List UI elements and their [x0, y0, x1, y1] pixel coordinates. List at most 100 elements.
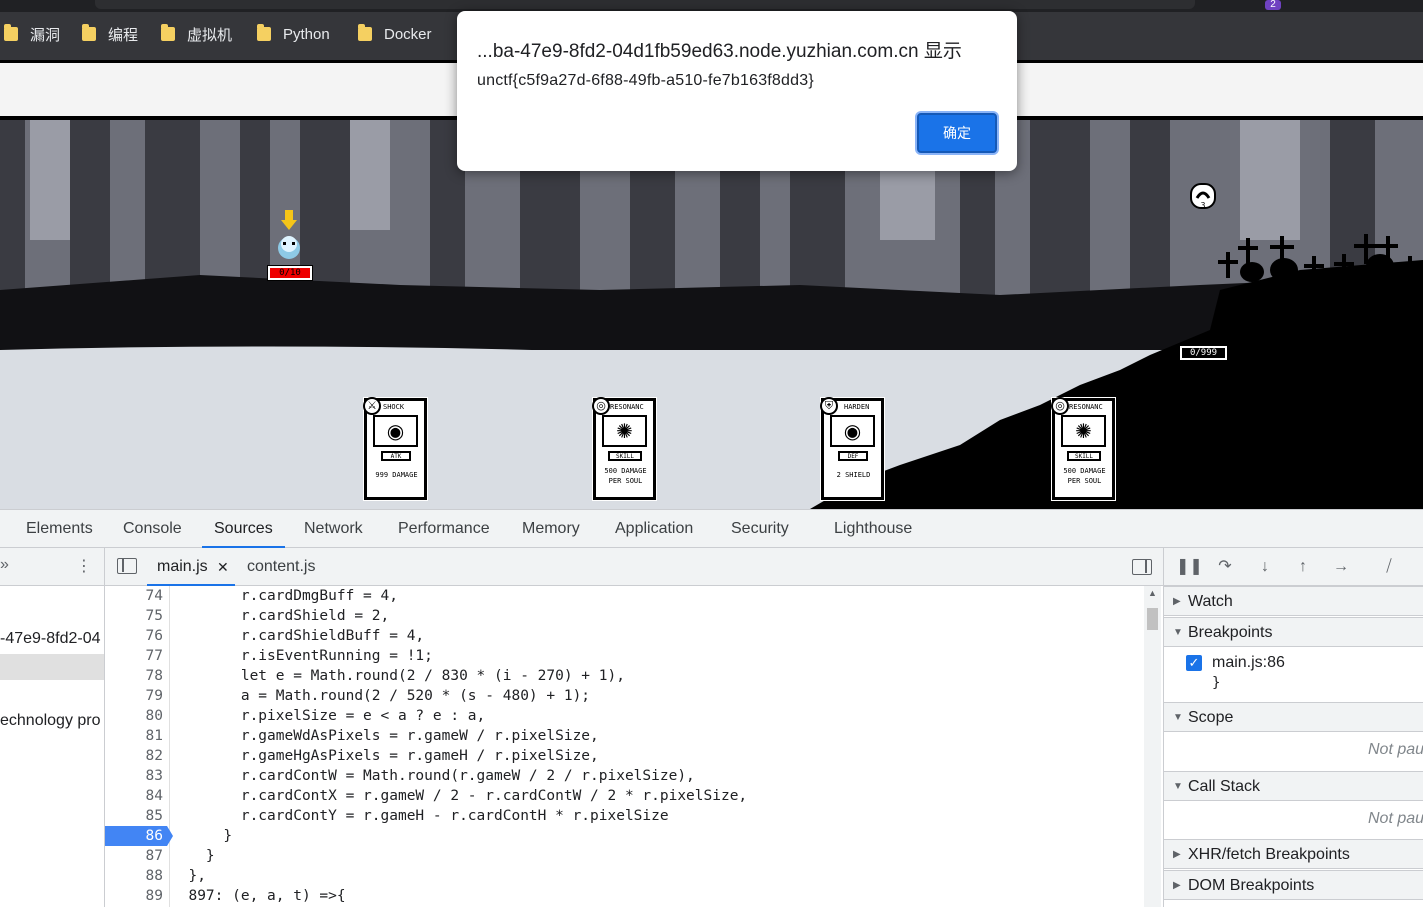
card-type: ATK — [381, 451, 411, 461]
xhr-breakpoints-section[interactable]: ▶ XHR/fetch Breakpoints — [1164, 839, 1423, 869]
line-source: let e = Math.round(2 / 830 * (i - 270) +… — [171, 668, 625, 684]
bookmark-label: Docker — [384, 25, 432, 43]
chevron-more-icon[interactable]: » — [0, 556, 9, 574]
line-number[interactable]: 86 — [105, 826, 163, 846]
line-number[interactable]: 74 — [105, 586, 163, 606]
tab-application[interactable]: Application — [615, 510, 693, 548]
card-art: ✺ — [1061, 415, 1106, 447]
line-number[interactable]: 76 — [105, 626, 163, 646]
file-tab-main-js[interactable]: main.js ✕ — [147, 548, 235, 586]
line-number[interactable]: 88 — [105, 866, 163, 886]
debugger-toolbar: ❚❚ ↷ ↓ ↑ → ⧸ — [1164, 548, 1423, 586]
navigator-folder[interactable]: echnology pro — [0, 712, 101, 730]
line-source: } — [171, 828, 233, 844]
bookmark-folder[interactable]: Docker — [358, 20, 432, 48]
step-out-icon[interactable]: ↑ — [1292, 556, 1314, 578]
deactivate-breakpoints-icon[interactable]: ⧸ — [1378, 556, 1400, 578]
close-icon[interactable]: ✕ — [217, 548, 229, 586]
bookmark-folder[interactable]: 编程 — [82, 20, 138, 48]
tab-security[interactable]: Security — [731, 510, 789, 548]
card[interactable]: ◎ RESONANC ✺ SKILL 500 DAMAGE PER SOUL — [592, 397, 657, 501]
bookmark-label: 虚拟机 — [187, 26, 233, 44]
card-art: ◉ — [373, 415, 418, 447]
tab-performance[interactable]: Performance — [398, 510, 490, 548]
tab-network[interactable]: Network — [304, 510, 363, 548]
devtools-tabbar: Elements Console Sources Network Perform… — [0, 510, 1423, 548]
line-source: r.cardContY = r.gameH - r.cardContH * r.… — [171, 808, 669, 824]
line-number[interactable]: 80 — [105, 706, 163, 726]
enemy-hp-bar: 0/999 — [1180, 346, 1227, 360]
kebab-menu-icon[interactable]: ⋮ — [76, 556, 92, 576]
line-number[interactable]: 79 — [105, 686, 163, 706]
breakpoints-section[interactable]: ▼ Breakpoints — [1164, 617, 1423, 647]
breakpoint-label: main.js:86 — [1212, 654, 1285, 671]
card[interactable]: ◎ RESONANC ✺ SKILL 500 DAMAGE PER SOUL — [1051, 397, 1116, 501]
step-over-icon[interactable]: ↷ — [1214, 556, 1236, 578]
line-number[interactable]: 83 — [105, 766, 163, 786]
line-number[interactable]: 84 — [105, 786, 163, 806]
scrollbar-thumb[interactable] — [1147, 608, 1158, 630]
tab-memory[interactable]: Memory — [522, 510, 580, 548]
navigator-host[interactable]: -47e9-8fd2-04 — [0, 630, 101, 648]
player-hp-bar: 0/10 — [267, 265, 313, 281]
caret-right-icon: ▶ — [1173, 596, 1181, 607]
tab-sources[interactable]: Sources — [202, 510, 285, 548]
toggle-navigator-icon[interactable] — [117, 558, 137, 574]
line-source: r.gameHgAsPixels = r.gameH / r.pixelSize… — [171, 748, 599, 764]
debugger-sidebar: ❚❚ ↷ ↓ ↑ → ⧸ ▶ Watch ▼ Breakpoints ✓ main.… — [1163, 548, 1423, 907]
line-source: a = Math.round(2 / 520 * (s - 480) + 1); — [171, 688, 591, 704]
vertical-scrollbar[interactable]: ▲ — [1144, 586, 1161, 907]
call-stack-section[interactable]: ▼ Call Stack — [1164, 771, 1423, 801]
scroll-up-icon[interactable]: ▲ — [1148, 588, 1157, 598]
code-view[interactable]: 74 r.cardDmgBuff = 4, 75 r.cardShield = … — [105, 586, 1163, 907]
scope-section[interactable]: ▼ Scope — [1164, 702, 1423, 732]
enemy-counter: 3 — [1200, 201, 1206, 210]
folder-icon — [82, 24, 96, 41]
line-number[interactable]: 82 — [105, 746, 163, 766]
tab-elements[interactable]: Elements — [26, 510, 93, 548]
bookmark-folder[interactable]: 漏洞 — [4, 20, 60, 48]
breakpoint-item[interactable]: ✓ main.js:86 — [1186, 652, 1285, 674]
caret-down-icon: ▼ — [1173, 627, 1183, 638]
extension-badge[interactable]: 2 — [1265, 0, 1281, 10]
bookmark-folder[interactable]: Python — [257, 20, 330, 48]
navigator-selected-row[interactable] — [0, 654, 104, 680]
step-icon[interactable]: → — [1330, 556, 1352, 578]
bookmark-label: Python — [283, 25, 330, 43]
step-into-icon[interactable]: ↓ — [1254, 556, 1276, 578]
code-line: 78 let e = Math.round(2 / 830 * (i - 270… — [105, 666, 1145, 686]
pause-icon[interactable]: ❚❚ — [1176, 556, 1203, 578]
caret-right-icon: ▶ — [1173, 880, 1181, 891]
line-number[interactable]: 75 — [105, 606, 163, 626]
checkbox-checked-icon[interactable]: ✓ — [1186, 655, 1202, 671]
line-number[interactable]: 77 — [105, 646, 163, 666]
line-number[interactable]: 87 — [105, 846, 163, 866]
code-line: 83 r.cardContW = Math.round(r.gameW / 2 … — [105, 766, 1145, 786]
line-source: r.cardShieldBuff = 4, — [171, 628, 425, 644]
card-desc: 999 DAMAGE — [375, 471, 418, 479]
card[interactable]: ⚔ SHOCK ◉ ATK 999 DAMAGE — [363, 397, 428, 501]
line-number[interactable]: 85 — [105, 806, 163, 826]
watch-section[interactable]: ▶ Watch — [1164, 586, 1423, 616]
code-line: 81 r.gameWdAsPixels = r.gameW / r.pixelS… — [105, 726, 1145, 746]
line-number[interactable]: 81 — [105, 726, 163, 746]
code-line: 82 r.gameHgAsPixels = r.gameH / r.pixelS… — [105, 746, 1145, 766]
code-line-breakpoint: 86 } — [105, 826, 1145, 846]
line-number[interactable]: 89 — [105, 886, 163, 906]
ok-button[interactable]: 确定 — [917, 113, 997, 153]
tab-lighthouse[interactable]: Lighthouse — [834, 510, 912, 548]
code-editor[interactable]: main.js ✕ content.js 74 r.cardDmgBuff = … — [105, 548, 1163, 907]
line-number[interactable]: 78 — [105, 666, 163, 686]
tab-console[interactable]: Console — [123, 510, 182, 548]
line-source: r.cardContW = Math.round(r.gameW / 2 / r… — [171, 768, 695, 784]
code-line: 84 r.cardContX = r.gameW / 2 - r.cardCon… — [105, 786, 1145, 806]
toggle-debugger-icon[interactable] — [1132, 559, 1152, 575]
dom-breakpoints-section[interactable]: ▶ DOM Breakpoints — [1164, 870, 1423, 900]
sword-icon: ⚔ — [363, 397, 381, 415]
caret-down-icon: ▼ — [1173, 781, 1183, 792]
address-bar[interactable] — [95, 0, 1195, 9]
scope-not-paused: Not pau — [1368, 741, 1423, 758]
file-tab-content-js[interactable]: content.js — [247, 548, 315, 586]
bookmark-folder[interactable]: 虚拟机 — [161, 20, 232, 48]
card[interactable]: ⛨ HARDEN ◉ DEF 2 SHIELD — [820, 397, 885, 501]
